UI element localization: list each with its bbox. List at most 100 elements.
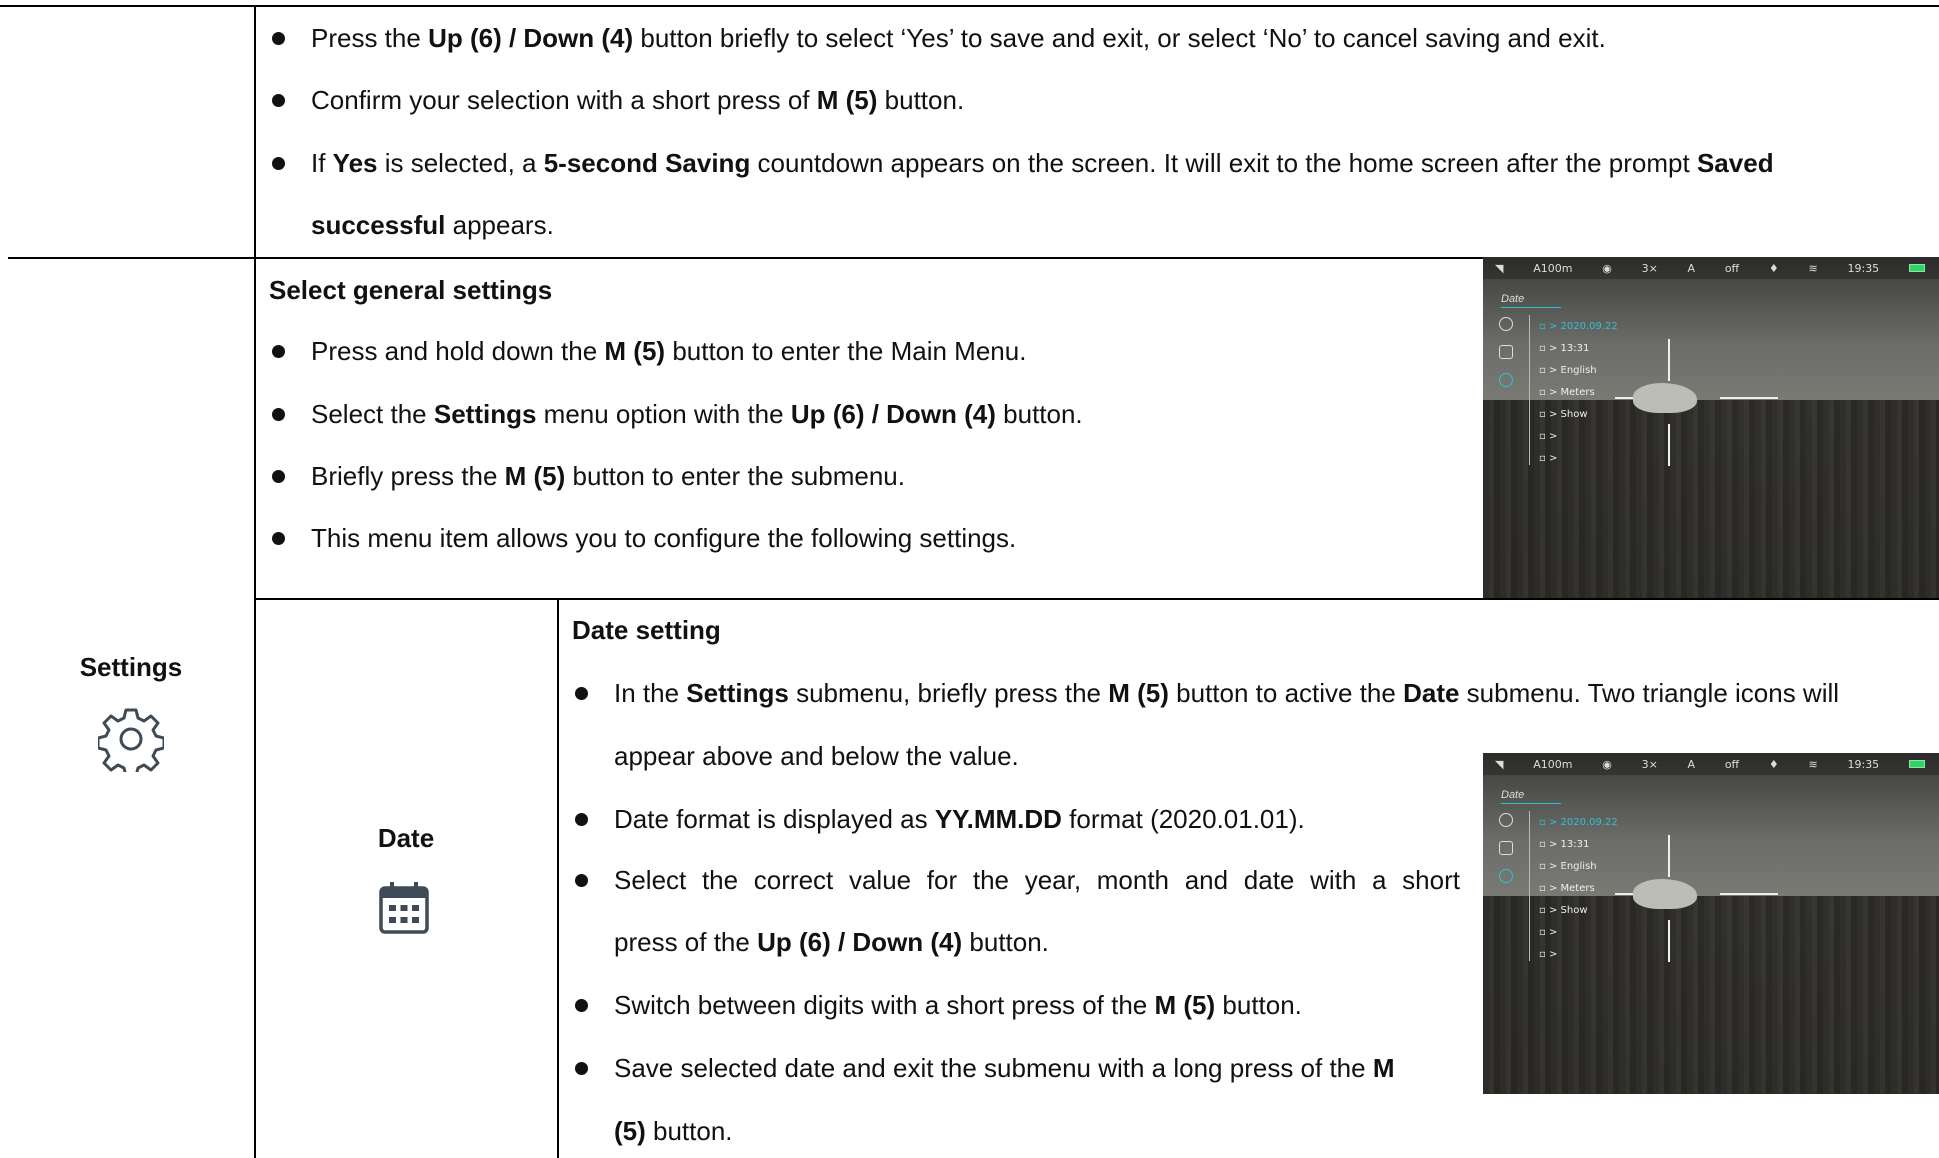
gear-icon bbox=[98, 708, 164, 772]
wifi-icon: ≋ bbox=[1808, 757, 1818, 771]
menu-item: ▫ > Meters bbox=[1539, 387, 1595, 398]
bold-run: Up (6) / Down (4) bbox=[757, 927, 963, 957]
bold-run: M (5) bbox=[504, 461, 566, 491]
reticle-right bbox=[1720, 396, 1779, 399]
status-item: A bbox=[1687, 261, 1696, 275]
status-item: 19:35 bbox=[1847, 757, 1880, 771]
boar-thermal-image bbox=[1633, 383, 1698, 414]
bullet-text: In the Settings submenu, briefly press t… bbox=[614, 678, 1840, 708]
menu-title: Date bbox=[1501, 789, 1561, 804]
brightness-icon bbox=[1499, 813, 1513, 827]
bullet-dot bbox=[575, 813, 588, 826]
bullet-dot bbox=[272, 470, 285, 483]
reticle-top bbox=[1667, 834, 1670, 877]
reticle-icon bbox=[1499, 345, 1513, 359]
bold-run: Up (6) / Down (4) bbox=[790, 399, 996, 429]
bold-run: M bbox=[1372, 1053, 1395, 1083]
status-item: 19:35 bbox=[1847, 261, 1880, 275]
bullet-text: Select the correct value for the year, m… bbox=[614, 865, 1460, 895]
menu-item: ▫ > 2020.09.22 bbox=[1539, 321, 1618, 332]
menu-item: ▫ > 13:31 bbox=[1539, 839, 1590, 850]
status-bar: ◥ A100m ◉ 3× Aoff ♦ ≋ 19:35 bbox=[1483, 257, 1939, 279]
bold-run: YY.MM.DD bbox=[934, 804, 1062, 834]
bullet-dot bbox=[272, 94, 285, 107]
bold-run: Settings bbox=[686, 678, 789, 708]
scene-ground bbox=[1483, 400, 1939, 598]
bold-run: M (5) bbox=[1108, 678, 1169, 708]
bold-run: (5) bbox=[614, 1116, 646, 1146]
status-item: A100m bbox=[1533, 757, 1573, 771]
reticle-bottom bbox=[1667, 424, 1670, 467]
status-bar: ◥ A100m ◉ 3× Aoff ♦ ≋ 19:35 bbox=[1483, 753, 1939, 775]
boar-thermal-image bbox=[1633, 879, 1698, 910]
device-screenshot-date: ◥ A100m ◉ 3× Aoff ♦ ≋ 19:35 Date ▫ > 2020.09.22 ▫ … bbox=[1483, 753, 1939, 1094]
menu-separator bbox=[1529, 811, 1530, 961]
top-border bbox=[0, 5, 1939, 7]
bold-run: Yes bbox=[332, 148, 378, 178]
section-heading: Date setting bbox=[572, 615, 721, 645]
wifi-icon: ≋ bbox=[1808, 261, 1818, 275]
mic-icon: ♦ bbox=[1768, 261, 1779, 275]
calendar-icon bbox=[379, 882, 429, 934]
bold-run: successful bbox=[311, 210, 446, 240]
bold-run: M (5) bbox=[1154, 990, 1216, 1020]
menu-item: ▫ > English bbox=[1539, 365, 1597, 376]
reticle-top bbox=[1667, 338, 1670, 381]
bullet-text: Briefly press the M (5) button to enter … bbox=[311, 461, 905, 491]
eye-icon: ◉ bbox=[1602, 757, 1612, 771]
row-divider-2 bbox=[254, 598, 1939, 600]
status-item: off bbox=[1724, 757, 1740, 771]
bullet-text: Select the Settings menu option with the… bbox=[311, 399, 1083, 429]
bullet-dot bbox=[272, 157, 285, 170]
scene-ground bbox=[1483, 896, 1939, 1094]
bullet-text: This menu item allows you to configure t… bbox=[311, 523, 1017, 553]
bullet-text: Save selected date and exit the submenu … bbox=[614, 1053, 1395, 1083]
bullet-dot bbox=[272, 345, 285, 358]
eye-icon: ◉ bbox=[1602, 261, 1612, 275]
bullet-dot bbox=[575, 999, 588, 1012]
bullet-text: successful appears. bbox=[311, 210, 554, 240]
bold-run: Saved bbox=[1696, 148, 1774, 178]
menu-item: ▫ > bbox=[1539, 927, 1558, 938]
col-divider-1 bbox=[254, 5, 256, 1158]
menu-item: ▫ > Show bbox=[1539, 409, 1588, 420]
device-screenshot-settings: ◥ A100m ◉ 3× Aoff ♦ ≋ 19:35 Date ▫ > 2020.09.22 ▫ … bbox=[1483, 257, 1939, 598]
bullet-text: Confirm your selection with a short pres… bbox=[311, 85, 965, 115]
bullet-text: Switch between digits with a short press… bbox=[614, 990, 1302, 1020]
bird-icon: ◥ bbox=[1495, 757, 1504, 771]
bold-run: Date bbox=[1403, 678, 1460, 708]
bold-run: M (5) bbox=[604, 336, 666, 366]
bullet-dot bbox=[272, 408, 285, 421]
bullet-text: Press the Up (6) / Down (4) button brief… bbox=[311, 23, 1606, 53]
bullet-dot bbox=[575, 1062, 588, 1075]
bullet-dot bbox=[272, 32, 285, 45]
bold-run: Up (6) / Down (4) bbox=[428, 23, 634, 53]
status-item: A bbox=[1687, 757, 1696, 771]
bullet-dot bbox=[575, 687, 588, 700]
col-divider-2 bbox=[557, 598, 559, 1158]
status-item: 3× bbox=[1641, 757, 1658, 771]
bold-run: Settings bbox=[433, 399, 537, 429]
section-heading: Select general settings bbox=[269, 275, 553, 305]
bullet-dot bbox=[575, 874, 588, 887]
battery-icon bbox=[1908, 264, 1925, 272]
settings-label: Settings bbox=[79, 652, 183, 682]
menu-item: ▫ > Show bbox=[1539, 905, 1588, 916]
bold-run: 5-second Saving bbox=[543, 148, 751, 178]
bullet-text: Date format is displayed as YY.MM.DD for… bbox=[614, 804, 1305, 834]
date-label: Date bbox=[377, 823, 435, 853]
bullet-text: If Yes is selected, a 5-second Saving co… bbox=[311, 148, 1774, 178]
reticle-bottom bbox=[1667, 920, 1670, 963]
reticle-icon bbox=[1499, 841, 1513, 855]
mic-icon: ♦ bbox=[1768, 757, 1779, 771]
menu-item: ▫ > bbox=[1539, 949, 1558, 960]
bullet-text: appear above and below the value. bbox=[614, 741, 1019, 771]
gear-icon bbox=[1499, 869, 1513, 883]
menu-item: ▫ > bbox=[1539, 453, 1558, 464]
menu-item: ▫ > English bbox=[1539, 861, 1597, 872]
bird-icon: ◥ bbox=[1495, 261, 1504, 275]
bullet-text: (5) button. bbox=[614, 1116, 733, 1146]
bullet-text: press of the Up (6) / Down (4) button. bbox=[614, 927, 1049, 957]
reticle-right bbox=[1720, 892, 1779, 895]
status-item: A100m bbox=[1533, 261, 1573, 275]
